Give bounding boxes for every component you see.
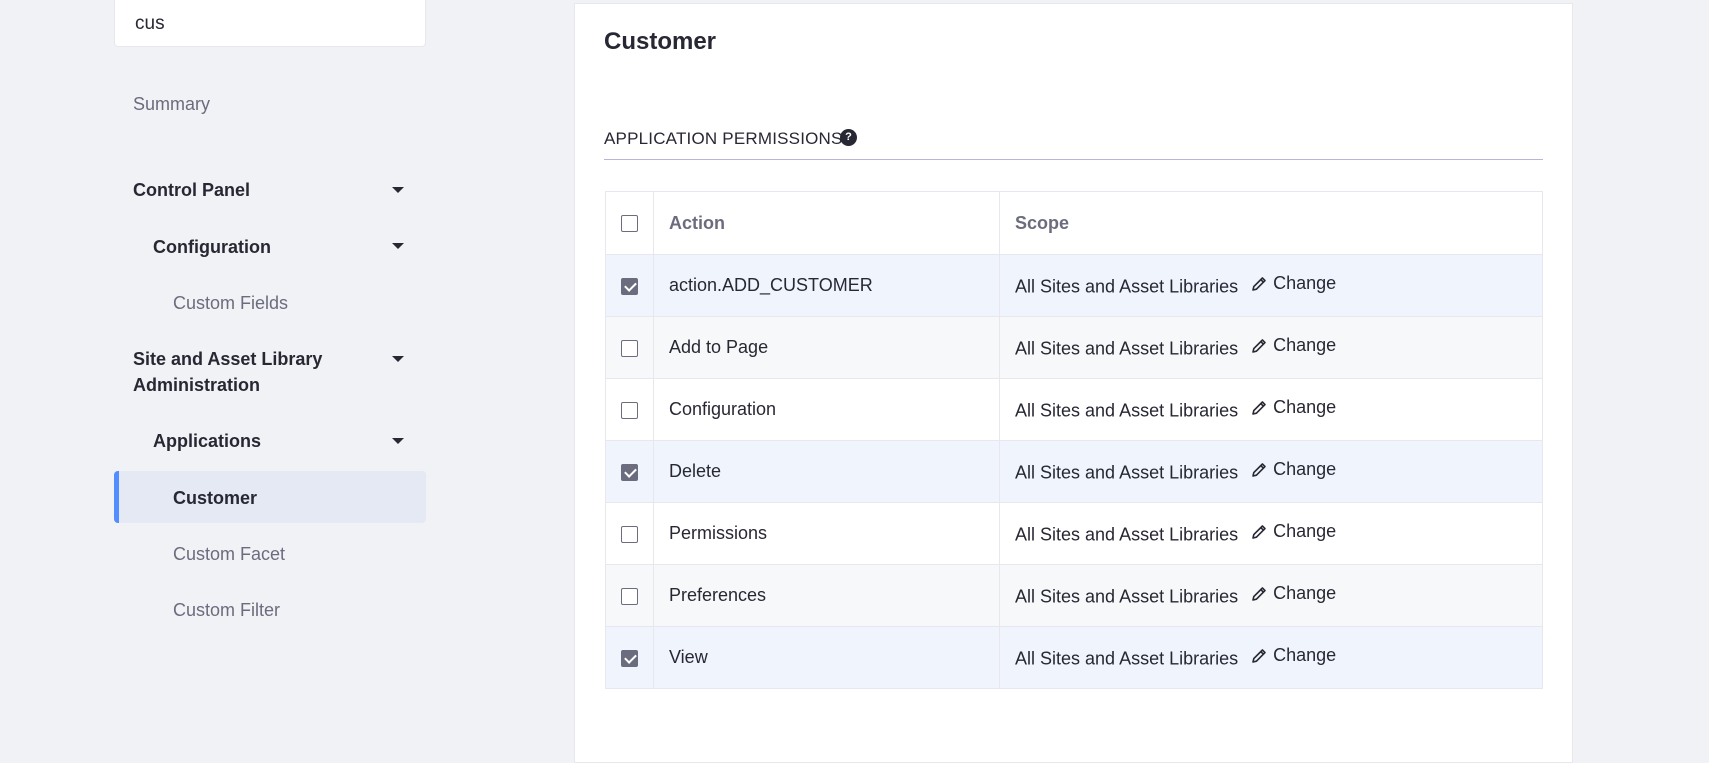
checkbox-cell	[605, 564, 654, 627]
checkbox-cell	[605, 440, 654, 503]
checkbox-cell	[605, 316, 654, 379]
select-all-cell	[605, 191, 654, 255]
change-scope-button[interactable]: Change	[1250, 459, 1336, 480]
scope-text: All Sites and Asset Libraries	[1015, 524, 1239, 545]
page-title: Customer	[604, 28, 717, 55]
table-row: Preferences All Sites and Asset Libraries…	[605, 564, 1543, 627]
action-cell: View	[653, 626, 1000, 689]
sidebar-item-site-admin-line1[interactable]: Site and Asset Library	[133, 346, 322, 372]
permissions-table-body: action.ADD_CUSTOMER All Sites and Asset L…	[605, 254, 1543, 689]
change-label: Change	[1273, 397, 1337, 418]
scope-cell: All Sites and Asset Libraries Change	[999, 254, 1543, 317]
column-header-scope: Scope	[999, 191, 1543, 255]
change-scope-button[interactable]: Change	[1250, 397, 1336, 418]
action-cell: Configuration	[653, 378, 1000, 441]
action-cell: Permissions	[653, 502, 1000, 565]
scope-text: All Sites and Asset Libraries	[1015, 400, 1239, 421]
table-row: Delete All Sites and Asset Libraries Chang…	[605, 440, 1543, 503]
scope-text: All Sites and Asset Libraries	[1015, 586, 1239, 607]
action-cell: Add to Page	[653, 316, 1000, 379]
caret-down-icon[interactable]	[392, 187, 404, 193]
change-label: Change	[1273, 583, 1337, 604]
caret-down-icon[interactable]	[392, 356, 404, 362]
change-label: Change	[1273, 335, 1337, 356]
sidebar-item-custom-facet[interactable]: Custom Facet	[173, 541, 285, 567]
sidebar-item-customer[interactable]: Customer	[173, 485, 257, 511]
sidebar-item-custom-fields[interactable]: Custom Fields	[173, 290, 288, 316]
action-cell: action.ADD_CUSTOMER	[653, 254, 1000, 317]
change-scope-button[interactable]: Change	[1250, 521, 1336, 542]
table-row: Permissions All Sites and Asset Libraries…	[605, 502, 1543, 565]
table-row: Configuration All Sites and Asset Librari…	[605, 378, 1543, 441]
pencil-icon	[1252, 400, 1266, 415]
row-checkbox[interactable]	[621, 401, 638, 419]
scope-cell: All Sites and Asset Libraries Change	[999, 626, 1543, 689]
sidebar-active-indicator	[114, 471, 426, 523]
scope-cell: All Sites and Asset Libraries Change	[999, 316, 1543, 379]
sidebar-item-site-admin-line2[interactable]: Administration	[133, 372, 260, 398]
table-row: Add to Page All Sites and Asset Libraries…	[605, 316, 1543, 379]
table-row: View All Sites and Asset Libraries Change	[605, 626, 1543, 689]
change-scope-button[interactable]: Change	[1250, 273, 1336, 294]
scope-text: All Sites and Asset Libraries	[1015, 648, 1239, 669]
checkbox-cell	[605, 502, 654, 565]
row-checkbox[interactable]	[621, 587, 638, 605]
pencil-icon	[1252, 462, 1266, 477]
column-header-action: Action	[653, 191, 1000, 255]
change-label: Change	[1273, 273, 1337, 294]
change-scope-button[interactable]: Change	[1250, 583, 1336, 604]
sidebar-item-custom-filter[interactable]: Custom Filter	[173, 597, 280, 623]
sidebar-item-applications[interactable]: Applications	[153, 428, 261, 454]
caret-down-icon[interactable]	[392, 438, 404, 444]
caret-down-icon[interactable]	[392, 243, 404, 249]
section-divider	[604, 159, 1543, 160]
scope-cell: All Sites and Asset Libraries Change	[999, 564, 1543, 627]
sidebar: cus Summary Control Panel Configuration …	[0, 0, 574, 756]
row-checkbox[interactable]	[621, 277, 638, 295]
pencil-icon	[1252, 524, 1266, 539]
change-scope-button[interactable]: Change	[1250, 335, 1336, 356]
sidebar-item-control-panel[interactable]: Control Panel	[133, 177, 250, 203]
pencil-icon	[1252, 586, 1266, 601]
section-title: APPLICATION PERMISSIONS	[604, 129, 843, 148]
question-circle-icon[interactable]: ?	[840, 129, 857, 146]
permissions-table: Action Scope action.ADD_CUSTOMER All Site…	[605, 191, 1543, 689]
search-input[interactable]: cus	[114, 0, 426, 47]
table-header-row: Action Scope	[605, 191, 1543, 255]
table-row: action.ADD_CUSTOMER All Sites and Asset L…	[605, 254, 1543, 317]
pencil-icon	[1252, 648, 1266, 663]
change-label: Change	[1273, 521, 1337, 542]
row-checkbox[interactable]	[621, 649, 638, 667]
scope-cell: All Sites and Asset Libraries Change	[999, 502, 1543, 565]
checkbox-cell	[605, 378, 654, 441]
scope-cell: All Sites and Asset Libraries Change	[999, 378, 1543, 441]
scope-cell: All Sites and Asset Libraries Change	[999, 440, 1543, 503]
row-checkbox[interactable]	[621, 463, 638, 481]
sidebar-item-configuration[interactable]: Configuration	[153, 234, 271, 260]
change-label: Change	[1273, 645, 1337, 666]
sidebar-item-summary[interactable]: Summary	[133, 91, 210, 117]
scope-text: All Sites and Asset Libraries	[1015, 338, 1239, 359]
pencil-icon	[1252, 276, 1266, 291]
scope-text: All Sites and Asset Libraries	[1015, 462, 1239, 483]
checkbox-cell	[605, 254, 654, 317]
select-all-checkbox[interactable]	[621, 215, 638, 233]
action-cell: Preferences	[653, 564, 1000, 627]
change-label: Change	[1273, 459, 1337, 480]
change-scope-button[interactable]: Change	[1250, 645, 1336, 666]
row-checkbox[interactable]	[621, 525, 638, 543]
scope-text: All Sites and Asset Libraries	[1015, 276, 1239, 297]
pencil-icon	[1252, 338, 1266, 353]
action-cell: Delete	[653, 440, 1000, 503]
checkbox-cell	[605, 626, 654, 689]
row-checkbox[interactable]	[621, 339, 638, 357]
